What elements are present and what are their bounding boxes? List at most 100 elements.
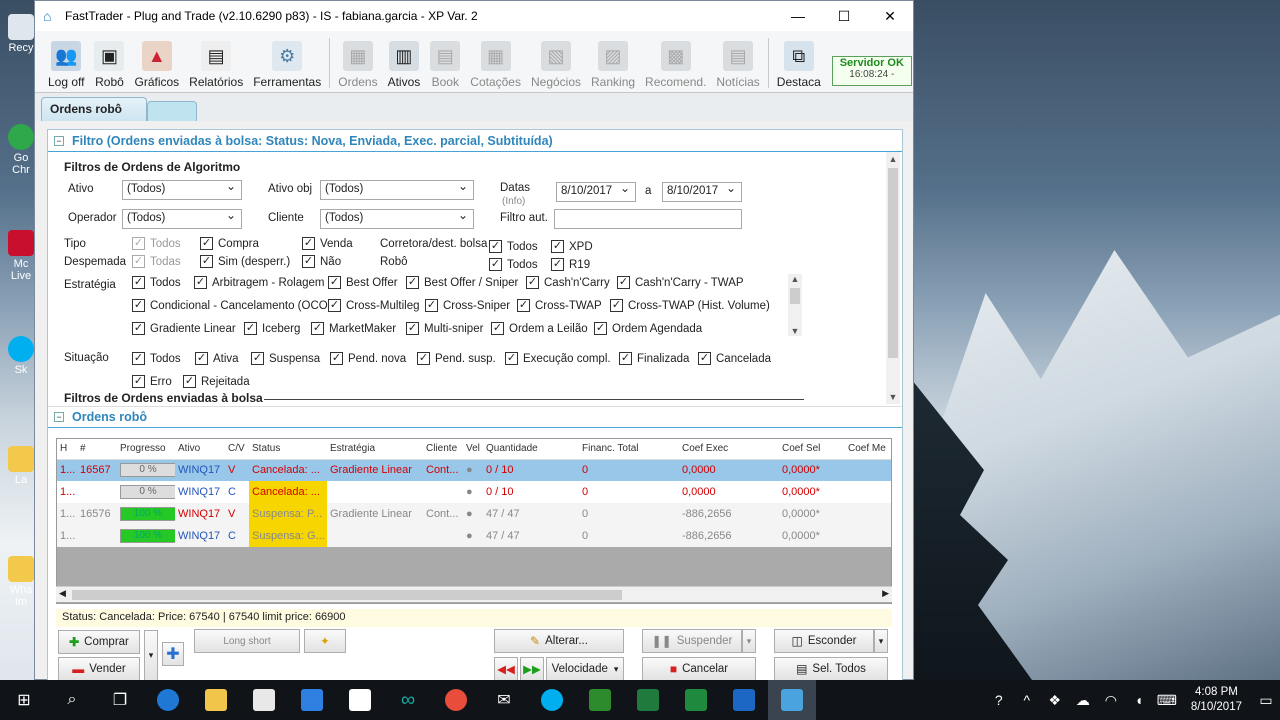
notifications-icon[interactable]: ▭ (1252, 692, 1280, 709)
col-financ-total[interactable]: Financ. Total (579, 439, 679, 460)
robo-r19-checkbox[interactable]: ✓ R19 (551, 258, 590, 271)
estrategia-checkbox[interactable]: ✓ Cross-Sniper (425, 299, 510, 312)
clock[interactable]: 4:08 PM 8/10/2017 (1181, 685, 1252, 715)
estrategia-checkbox[interactable]: ✓ Ordem a Leilão (491, 322, 588, 335)
taskbar-amazon[interactable] (336, 680, 384, 720)
cotacoes-button[interactable]: ▦ Cotações (465, 32, 526, 92)
situacao-checkbox[interactable]: ✓ Finalizada (619, 352, 689, 365)
tab-empty[interactable] (147, 101, 197, 121)
estrategia-checkbox[interactable]: ✓ Best Offer (328, 276, 398, 289)
robo-todos-checkbox[interactable]: ✓ Todos (489, 258, 538, 271)
esconder-button[interactable]: ◫ Esconder (774, 629, 874, 653)
alterar-button[interactable]: ✎ Alterar... (494, 629, 624, 653)
taskbar-app[interactable] (672, 680, 720, 720)
col-status[interactable]: Status (249, 439, 327, 460)
estrategia-scrollbar[interactable]: ▲ ▼ (788, 274, 802, 336)
scroll-up-icon[interactable]: ▲ (788, 274, 802, 284)
taskbar-chrome[interactable] (432, 680, 480, 720)
date-from-select[interactable]: 8/10/2017 (556, 181, 636, 202)
date-to-select[interactable]: 8/10/2017 (662, 181, 742, 202)
col-ativo[interactable]: Ativo (175, 439, 225, 460)
orders-hscrollbar[interactable]: ◀ ▶ (56, 586, 892, 602)
estrategia-checkbox[interactable]: ✓ Cash'n'Carry - TWAP (617, 276, 744, 289)
close-button[interactable]: ✕ (867, 1, 913, 31)
taskbar-edge[interactable] (144, 680, 192, 720)
col-estrategia[interactable]: Estratégia (327, 439, 423, 460)
ativo-obj-select[interactable]: (Todos) (320, 179, 474, 200)
col-vel[interactable]: Vel (463, 439, 483, 460)
tipo-compra-checkbox[interactable]: ✓ Compra (200, 237, 259, 250)
task-view-button[interactable]: ❐ (96, 680, 144, 720)
table-row[interactable]: 1... 100 % WINQ17 C Suspensa: G... ● 47 … (57, 525, 891, 547)
tab-ordens-robo[interactable]: Ordens robô (41, 97, 147, 121)
corretora-xpd-checkbox[interactable]: ✓ XPD (551, 240, 593, 253)
filtro-aut-input[interactable] (554, 209, 742, 229)
taskbar-dropbox[interactable] (288, 680, 336, 720)
keyboard-icon[interactable]: ⌨ (1153, 692, 1181, 709)
dropbox-tray-icon[interactable]: ❖ (1041, 692, 1069, 709)
estrategia-checkbox[interactable]: ✓ Gradiente Linear (132, 322, 236, 335)
add-order-button[interactable]: ✚ (162, 642, 184, 666)
logoff-button[interactable]: 👥 Log off (43, 32, 89, 92)
taskbar-mail[interactable]: ✉ (480, 680, 528, 720)
title-bar[interactable]: ⌂ FastTrader - Plug and Trade (v2.10.629… (35, 1, 913, 31)
taskbar-skype[interactable] (528, 680, 576, 720)
col-cv[interactable]: C/V (225, 439, 249, 460)
wizard-button[interactable]: ✦ (304, 629, 346, 653)
situacao-checkbox[interactable]: ✓ Erro (132, 375, 172, 388)
speed-up-button[interactable]: ▶▶ (520, 657, 544, 681)
desktop-icon-skype[interactable]: Sk (4, 336, 38, 376)
robo-button[interactable]: ▣ Robô (89, 32, 129, 92)
desp-nao-checkbox[interactable]: ✓ Não (302, 255, 341, 268)
search-button[interactable]: ⌕ (48, 680, 96, 720)
cliente-select[interactable]: (Todos) (320, 208, 474, 229)
scroll-right-icon[interactable]: ▶ (882, 588, 889, 599)
orders-section-header[interactable]: − Ordens robô (48, 406, 902, 428)
destaca-button[interactable]: ⧉ Destaca (772, 32, 826, 92)
estrategia-checkbox[interactable]: ✓ Cross-Multileg (328, 299, 420, 312)
col-coef-sel[interactable]: Coef Sel (779, 439, 845, 460)
table-row[interactable]: 1... 16576 100 % WINQ17 V Suspensa: P...… (57, 503, 891, 525)
situacao-checkbox[interactable]: ✓ Cancelada (698, 352, 771, 365)
negocios-button[interactable]: ▧ Negócios (526, 32, 586, 92)
noticias-button[interactable]: ▤ Notícias (711, 32, 764, 92)
ativo-select[interactable]: (Todos) (122, 179, 242, 200)
filters-scrollbar[interactable]: ▲ ▼ (886, 152, 900, 404)
situacao-checkbox[interactable]: ✓ Suspensa (251, 352, 320, 365)
col-quantidade[interactable]: Quantidade (483, 439, 579, 460)
col-coef-me[interactable]: Coef Me (845, 439, 891, 460)
taskbar-explorer[interactable] (192, 680, 240, 720)
chevron-up-icon[interactable]: ^ (1013, 692, 1041, 708)
estrategia-checkbox[interactable]: ✓ Ordem Agendada (594, 322, 702, 335)
situacao-checkbox[interactable]: ✓ Todos (132, 352, 181, 365)
scroll-thumb[interactable] (790, 288, 800, 304)
estrategia-checkbox[interactable]: ✓ Iceberg (244, 322, 300, 335)
col-num[interactable]: # (77, 439, 117, 460)
velocidade-dropdown[interactable]: Velocidade ▾ (546, 657, 624, 681)
tipo-todos-checkbox[interactable]: ✓ Todos (132, 237, 181, 250)
estrategia-checkbox[interactable]: ✓ Condicional - Cancelamento (OCO) (132, 299, 332, 312)
taskbar-profit[interactable] (576, 680, 624, 720)
help-icon[interactable]: ? (985, 692, 1013, 708)
order-type-dropdown[interactable]: ▾ (144, 630, 158, 681)
sel-todos-button[interactable]: ▤ Sel. Todos (774, 657, 888, 681)
operador-select[interactable]: (Todos) (122, 208, 242, 229)
speed-down-button[interactable]: ◀◀ (494, 657, 518, 681)
ranking-button[interactable]: ▨ Ranking (586, 32, 640, 92)
minimize-button[interactable]: — (775, 1, 821, 31)
table-row[interactable]: 1... 16567 0 % WINQ17 V Cancelada: ... G… (57, 459, 891, 481)
ferramentas-button[interactable]: ⚙ Ferramentas (248, 32, 326, 92)
book-button[interactable]: ▤ Book (425, 32, 465, 92)
col-cliente[interactable]: Cliente (423, 439, 463, 460)
corretora-todos-checkbox[interactable]: ✓ Todos (489, 240, 538, 253)
col-h[interactable]: H (57, 439, 77, 460)
situacao-checkbox[interactable]: ✓ Ativa (195, 352, 239, 365)
taskbar-fasttrader[interactable] (768, 680, 816, 720)
maximize-button[interactable]: ☐ (821, 1, 867, 31)
desp-todas-checkbox[interactable]: ✓ Todas (132, 255, 181, 268)
situacao-checkbox[interactable]: ✓ Pend. susp. (417, 352, 496, 365)
col-coef-exec[interactable]: Coef Exec (679, 439, 779, 460)
volume-icon[interactable]: ◖ (1125, 692, 1153, 708)
estrategia-checkbox[interactable]: ✓ MarketMaker (311, 322, 396, 335)
taskbar-excel[interactable] (624, 680, 672, 720)
